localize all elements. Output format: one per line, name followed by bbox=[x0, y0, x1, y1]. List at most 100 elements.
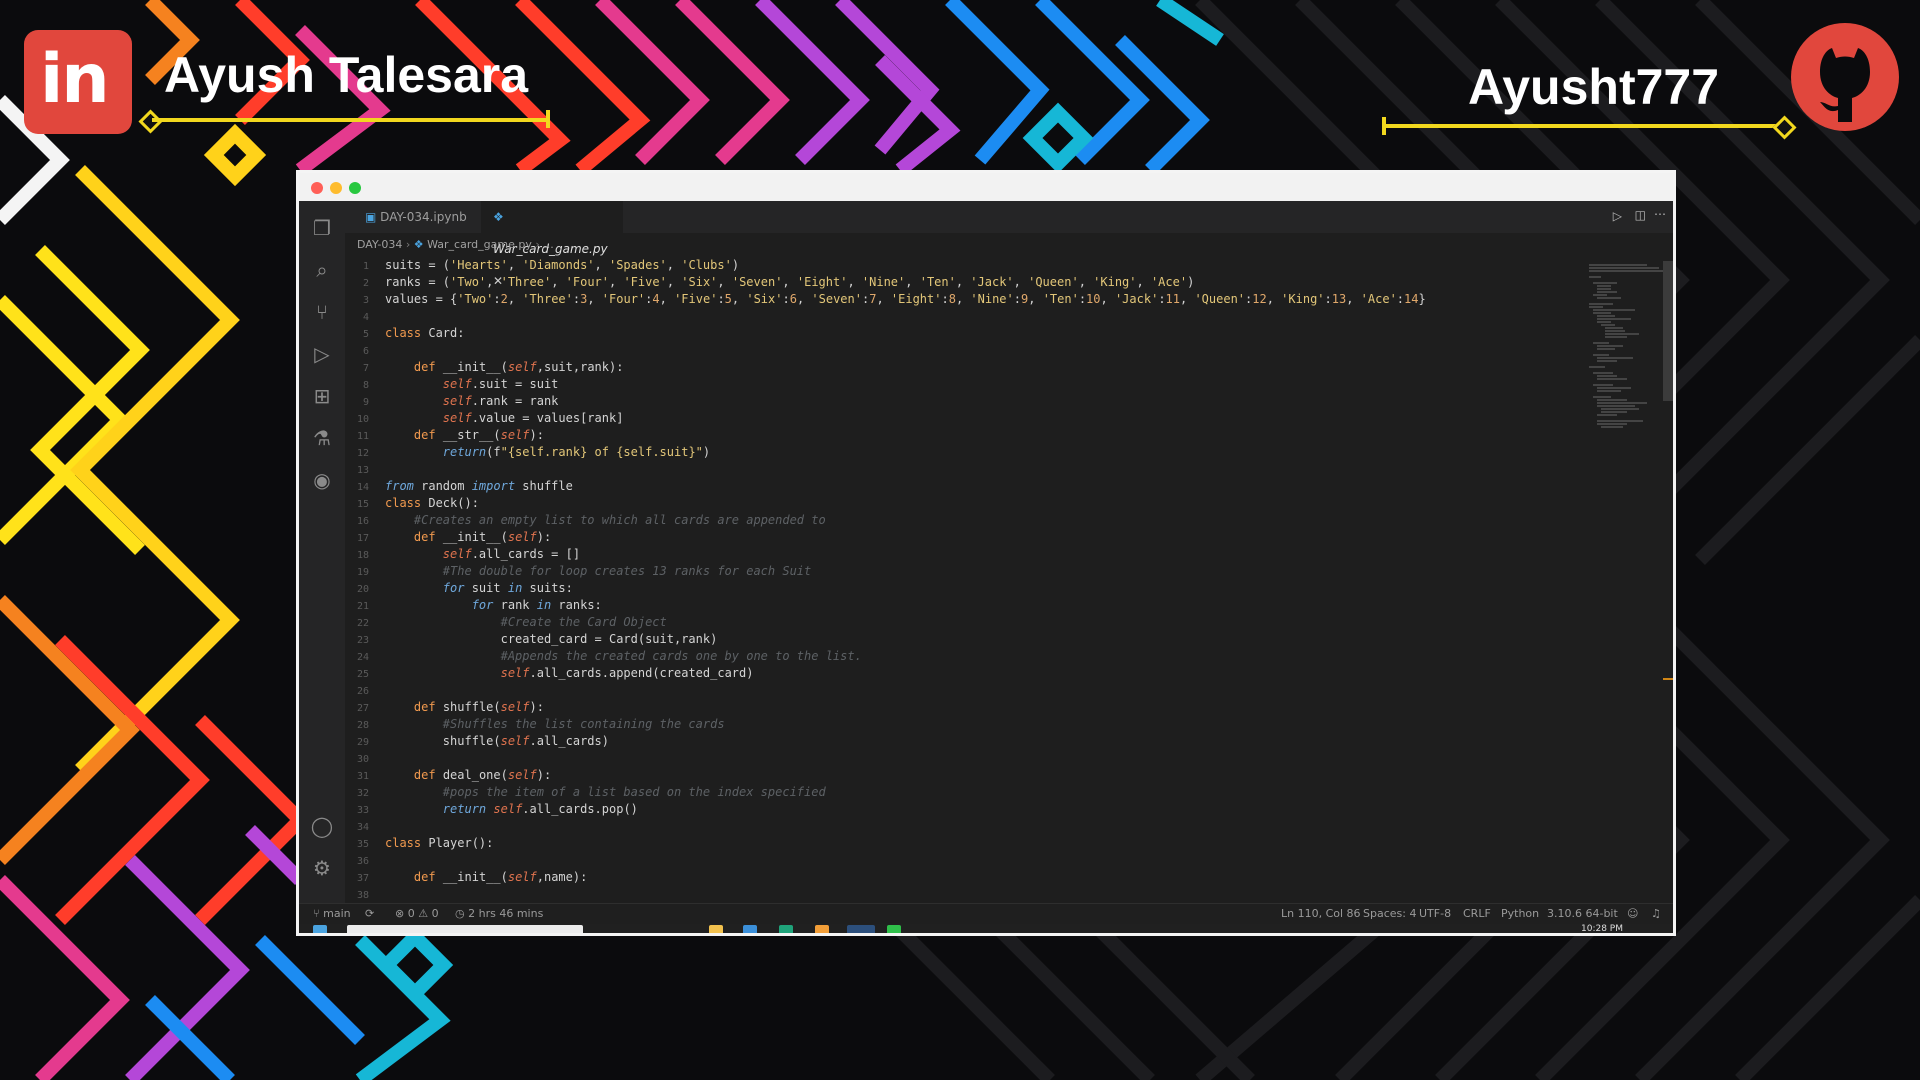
code-line[interactable]: 14 from random import shuffle bbox=[345, 478, 573, 495]
code-line[interactable]: 30 bbox=[345, 750, 385, 767]
file-explorer-icon[interactable] bbox=[709, 925, 723, 933]
vscode-taskbar-icon[interactable] bbox=[847, 925, 875, 933]
line-number: 16 bbox=[356, 516, 369, 527]
code-line[interactable]: 16 #Creates an empty list to which all c… bbox=[345, 512, 826, 529]
code-text: class Card: bbox=[385, 326, 465, 340]
settings-gear-icon[interactable]: ⚙ bbox=[309, 855, 335, 881]
code-line[interactable]: 32 #pops the item of a list based on the… bbox=[345, 784, 826, 801]
code-line[interactable]: 11 def __str__(self): bbox=[345, 427, 544, 444]
code-line[interactable]: 9 self.rank = rank bbox=[345, 393, 558, 410]
indentation-status[interactable]: Spaces: 4 bbox=[1363, 904, 1416, 924]
minimize-window-button[interactable] bbox=[330, 182, 342, 194]
linkedin-logo-icon: in bbox=[24, 30, 132, 134]
firefox-icon[interactable] bbox=[815, 925, 829, 933]
eol-status[interactable]: CRLF bbox=[1463, 904, 1491, 924]
code-line[interactable]: 27 def shuffle(self): bbox=[345, 699, 544, 716]
python-interpreter[interactable]: 3.10.6 64-bit bbox=[1547, 904, 1618, 924]
more-actions-icon[interactable]: ⋯ bbox=[1654, 207, 1666, 221]
run-file-icon[interactable]: ▷ bbox=[1613, 209, 1622, 223]
chrome-icon[interactable] bbox=[887, 925, 901, 933]
start-icon[interactable] bbox=[313, 925, 327, 933]
code-line[interactable]: 4 bbox=[345, 308, 385, 325]
time-tracker[interactable]: ◷ 2 hrs 46 mins bbox=[455, 904, 543, 924]
window-titlebar bbox=[299, 173, 1673, 201]
notifications-bell-icon[interactable]: ♫ bbox=[1651, 904, 1661, 924]
extensions-icon[interactable]: ⊞ bbox=[309, 383, 335, 409]
feedback-icon[interactable]: ☺ bbox=[1627, 904, 1638, 924]
problems-status[interactable]: ⊗ 0 ⚠ 0 bbox=[395, 904, 439, 924]
sync-icon[interactable]: ⟳ bbox=[365, 904, 374, 924]
code-line[interactable]: 18 self.all_cards = [] bbox=[345, 546, 580, 563]
code-line[interactable]: 13 bbox=[345, 461, 385, 478]
source-control-icon[interactable]: ⑂ bbox=[309, 299, 335, 325]
code-line[interactable]: 12 return(f"{self.rank} of {self.suit}") bbox=[345, 444, 710, 461]
code-line[interactable]: 35 class Player(): bbox=[345, 835, 493, 852]
edge-icon[interactable] bbox=[779, 925, 793, 933]
code-editor-window: ❐ ⌕ ⑂ ▷ ⊞ ⚗ ◉ ◯ ⚙ ▣ DAY-034.ipynb ❖ War_… bbox=[296, 170, 1676, 936]
testing-icon[interactable]: ⚗ bbox=[309, 425, 335, 451]
line-number: 14 bbox=[356, 482, 369, 493]
line-number: 1 bbox=[362, 261, 369, 272]
split-editor-icon[interactable]: ◫ bbox=[1635, 208, 1646, 222]
breadcrumb-symbol[interactable]: ... bbox=[543, 238, 554, 251]
editor-tabs: ▣ DAY-034.ipynb ❖ War_card_game.py ✕ ▷ ◫… bbox=[345, 201, 1673, 288]
breadcrumb-folder[interactable]: DAY-034 bbox=[357, 238, 402, 251]
line-number: 30 bbox=[356, 754, 369, 765]
tab-day-034-notebook[interactable]: ▣ DAY-034.ipynb bbox=[353, 201, 481, 233]
github-icon bbox=[1791, 23, 1899, 131]
line-number: 8 bbox=[362, 380, 369, 391]
language-mode[interactable]: Python bbox=[1501, 904, 1539, 924]
branch-status[interactable]: ⑂ main bbox=[313, 904, 351, 924]
code-line[interactable]: 1 suits = ('Hearts', 'Diamonds', 'Spades'… bbox=[345, 257, 739, 274]
run-debug-icon[interactable]: ▷ bbox=[309, 341, 335, 367]
code-line[interactable]: 17 def __init__(self): bbox=[345, 529, 551, 546]
editor-scrollbar[interactable] bbox=[1663, 261, 1673, 401]
cursor-position[interactable]: Ln 110, Col 86 bbox=[1281, 904, 1361, 924]
line-number: 23 bbox=[356, 635, 369, 646]
code-line[interactable]: 19 #The double for loop creates 13 ranks… bbox=[345, 563, 811, 580]
code-editor[interactable]: 1 suits = ('Hearts', 'Diamonds', 'Spades'… bbox=[345, 257, 1645, 903]
code-line[interactable]: 33 return self.all_cards.pop() bbox=[345, 801, 638, 818]
code-line[interactable]: 20 for suit in suits: bbox=[345, 580, 573, 597]
code-line[interactable]: 3 values = {'Two':2, 'Three':3, 'Four':4,… bbox=[345, 291, 1426, 308]
underline-right bbox=[1384, 124, 1784, 128]
code-line[interactable]: 7 def __init__(self,suit,rank): bbox=[345, 359, 623, 376]
code-line[interactable]: 34 bbox=[345, 818, 385, 835]
code-line[interactable]: 38 bbox=[345, 886, 385, 903]
breadcrumb-file[interactable]: War_card_game.py bbox=[427, 238, 532, 251]
minimap[interactable] bbox=[1587, 261, 1667, 461]
code-line[interactable]: 25 self.all_cards.append(created_card) bbox=[345, 665, 754, 682]
taskbar-search-box[interactable] bbox=[347, 925, 583, 933]
code-line[interactable]: 8 self.suit = suit bbox=[345, 376, 558, 393]
os-taskbar: 10:28 PM bbox=[299, 924, 1673, 933]
python-icon[interactable]: ◉ bbox=[309, 467, 335, 493]
code-line[interactable]: 37 def __init__(self,name): bbox=[345, 869, 587, 886]
code-line[interactable]: 21 for rank in ranks: bbox=[345, 597, 602, 614]
maximize-window-button[interactable] bbox=[349, 182, 361, 194]
code-line[interactable]: 24 #Appends the created cards one by one… bbox=[345, 648, 862, 665]
code-text: #pops the item of a list based on the in… bbox=[442, 785, 826, 799]
code-line[interactable]: 10 self.value = values[rank] bbox=[345, 410, 623, 427]
search-icon[interactable]: ⌕ bbox=[309, 257, 335, 283]
close-window-button[interactable] bbox=[311, 182, 323, 194]
taskbar-clock[interactable]: 10:28 PM bbox=[1581, 924, 1623, 933]
code-line[interactable]: 15 class Deck(): bbox=[345, 495, 479, 512]
python-file-icon: ❖ bbox=[493, 210, 504, 224]
explorer-icon[interactable]: ❐ bbox=[309, 215, 335, 241]
code-line[interactable]: 6 bbox=[345, 342, 385, 359]
encoding-status[interactable]: UTF-8 bbox=[1419, 904, 1451, 924]
author-name: Ayush Talesara bbox=[164, 47, 529, 103]
line-number: 5 bbox=[362, 329, 369, 340]
code-line[interactable]: 23 created_card = Card(suit,rank) bbox=[345, 631, 717, 648]
code-line[interactable]: 2 ranks = ('Two', 'Three', 'Four', 'Five'… bbox=[345, 274, 1194, 291]
store-icon[interactable] bbox=[743, 925, 757, 933]
code-line[interactable]: 26 bbox=[345, 682, 385, 699]
tab-war-card-game[interactable]: ❖ War_card_game.py ✕ bbox=[481, 201, 623, 288]
code-line[interactable]: 5 class Card: bbox=[345, 325, 465, 342]
code-line[interactable]: 28 #Shuffles the list containing the car… bbox=[345, 716, 725, 733]
code-line[interactable]: 29 shuffle(self.all_cards) bbox=[345, 733, 609, 750]
code-line[interactable]: 36 bbox=[345, 852, 385, 869]
account-icon[interactable]: ◯ bbox=[309, 813, 335, 839]
code-line[interactable]: 31 def deal_one(self): bbox=[345, 767, 551, 784]
code-line[interactable]: 22 #Create the Card Object bbox=[345, 614, 667, 631]
